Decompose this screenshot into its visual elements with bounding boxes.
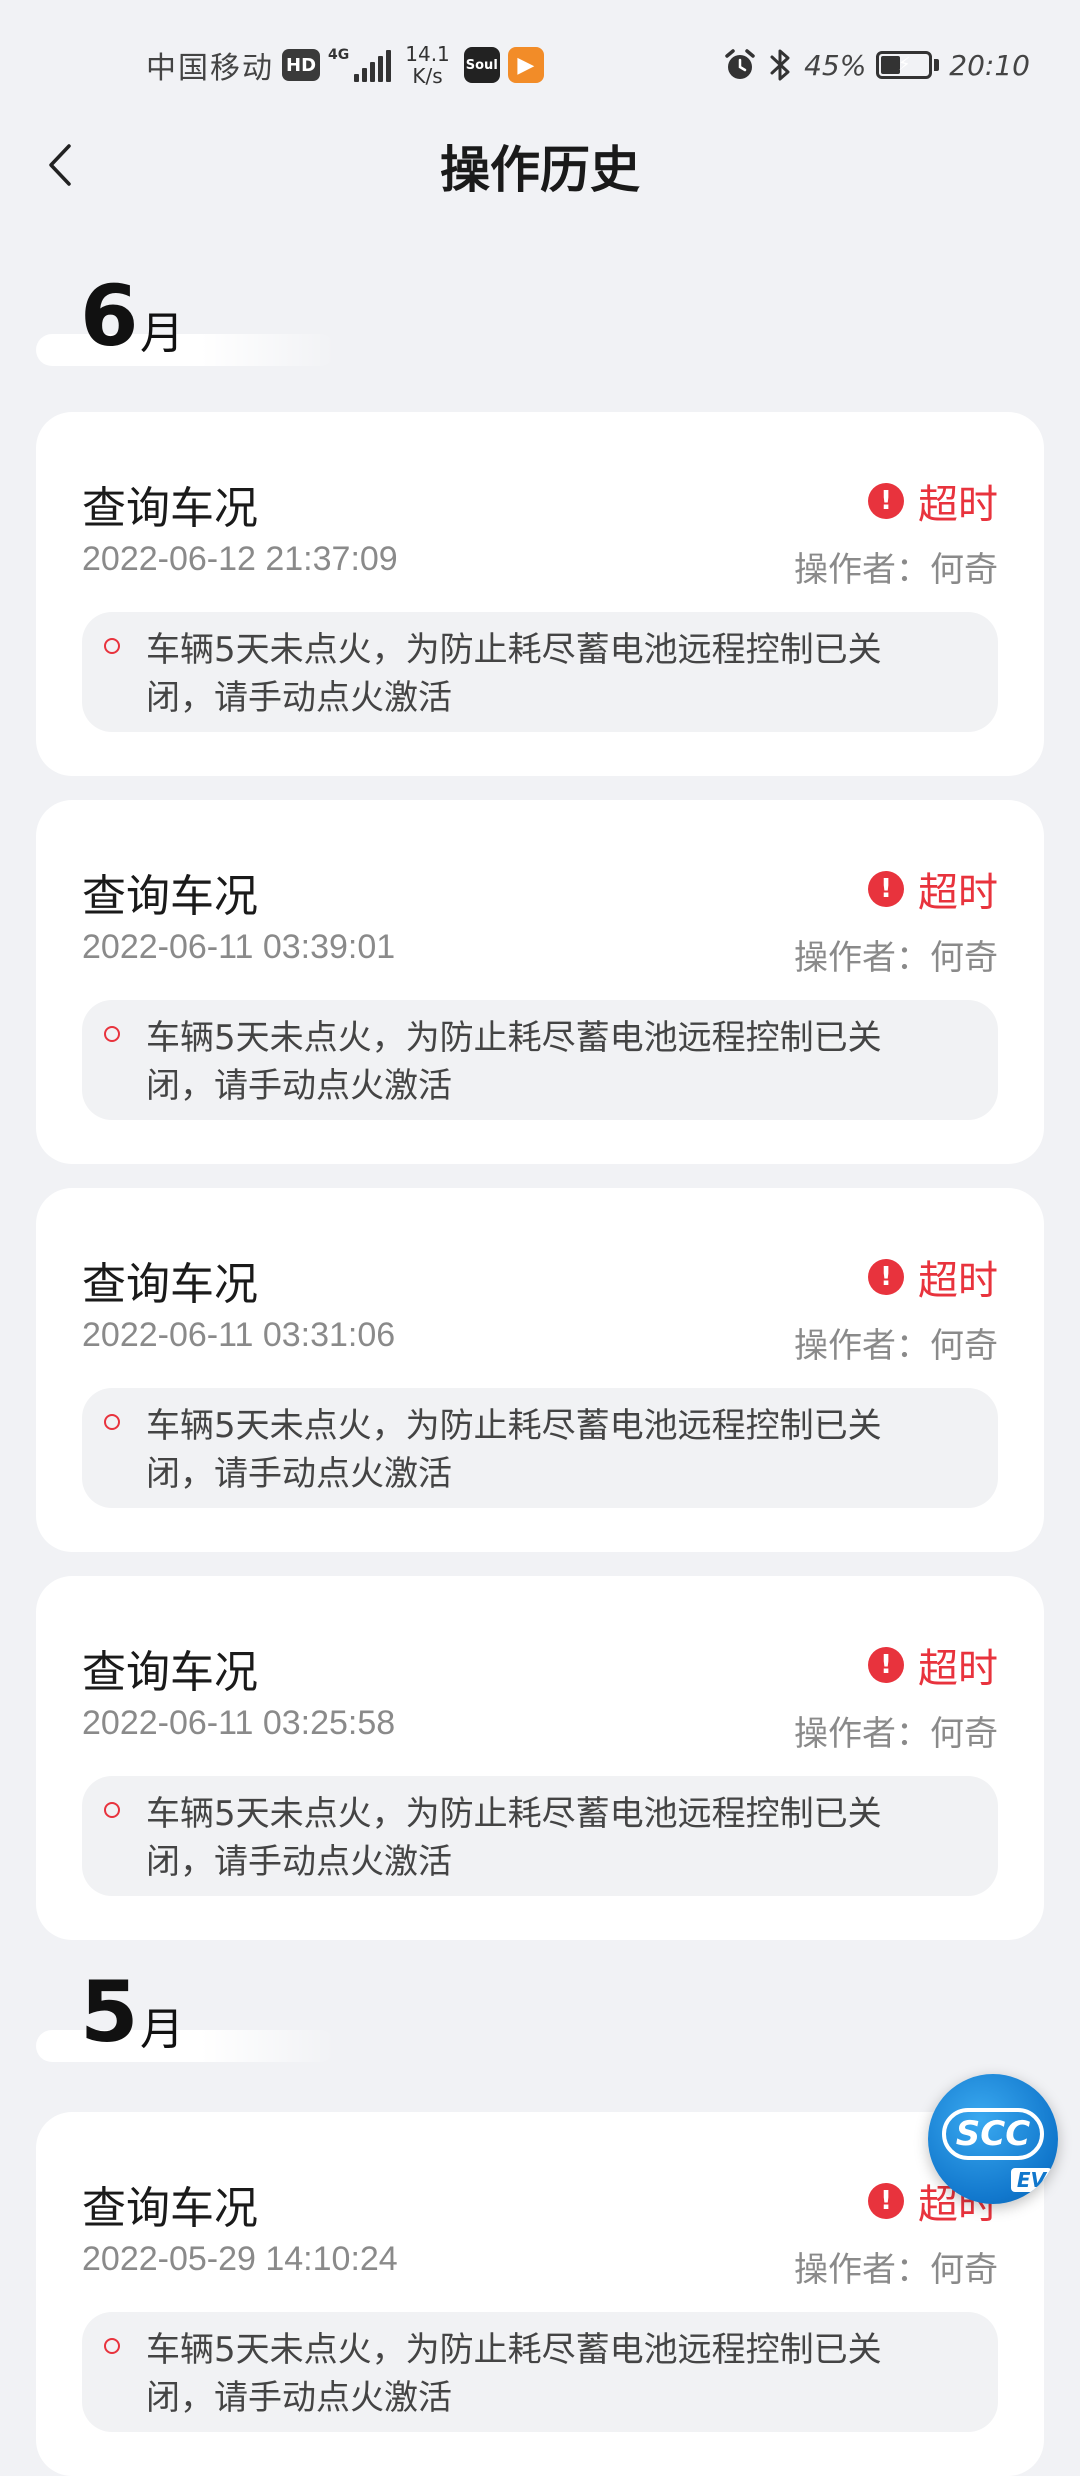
network-speed-value: 14.1 xyxy=(405,42,450,66)
alert-icon: ! xyxy=(868,1259,904,1295)
message-text: 车辆5天未点火，为防止耗尽蓄电池远程控制已关闭，请手动点火激活 xyxy=(146,1018,882,1106)
network-type: 4G xyxy=(328,47,350,63)
bluetooth-icon xyxy=(770,49,790,81)
alarm-icon xyxy=(725,49,755,79)
clock-time: 20:10 xyxy=(949,48,1030,82)
month-number: 5 xyxy=(80,1963,139,2061)
charging-bolt-icon: ⚡ xyxy=(897,54,911,75)
operation-time: 2022-06-11 03:25:58 xyxy=(82,1704,396,1742)
operator-label: 操作者：何奇 xyxy=(794,1714,998,1754)
circle-bullet-icon xyxy=(104,2338,120,2354)
month-header-june: 6 月 xyxy=(36,267,336,366)
operation-time: 2022-06-12 21:37:09 xyxy=(82,540,398,578)
message-box: 车辆5天未点火，为防止耗尽蓄电池远程控制已关闭，请手动点火激活 xyxy=(82,1776,998,1896)
circle-bullet-icon xyxy=(104,1026,120,1042)
floating-assistant-button[interactable]: SCC EV xyxy=(928,2074,1058,2204)
circle-bullet-icon xyxy=(104,1802,120,1818)
month-header-may: 5 月 xyxy=(36,1963,336,2062)
operation-name: 查询车况 xyxy=(82,871,258,922)
hd-badge: HD xyxy=(282,49,321,81)
history-card[interactable]: 查询车况 2022-06-12 21:37:09 ! 超时 操作者：何奇 车辆5… xyxy=(36,412,1044,776)
message-text: 车辆5天未点火，为防止耗尽蓄电池远程控制已关闭，请手动点火激活 xyxy=(146,1794,882,1882)
month-number: 6 xyxy=(80,267,139,365)
scc-logo-text: SCC xyxy=(941,2108,1045,2160)
operator-label: 操作者：何奇 xyxy=(794,1326,998,1366)
message-box: 车辆5天未点火，为防止耗尽蓄电池远程控制已关闭，请手动点火激活 xyxy=(82,2312,998,2432)
message-box: 车辆5天未点火，为防止耗尽蓄电池远程控制已关闭，请手动点火激活 xyxy=(82,1388,998,1508)
status-badge: ! 超时 xyxy=(868,1636,998,1694)
ev-badge: EV xyxy=(1010,2168,1052,2192)
status-text: 超时 xyxy=(918,1258,998,1304)
status-badge: ! 超时 xyxy=(868,472,998,530)
operation-time: 2022-06-11 03:31:06 xyxy=(82,1316,396,1354)
status-text: 超时 xyxy=(918,1646,998,1692)
signal-icon: 4G xyxy=(328,47,392,82)
carrier-name: 中国移动 xyxy=(146,51,274,86)
month-unit: 月 xyxy=(140,308,184,359)
status-badge: ! 超时 xyxy=(868,860,998,918)
alert-icon: ! xyxy=(868,483,904,519)
message-box: 车辆5天未点火，为防止耗尽蓄电池远程控制已关闭，请手动点火激活 xyxy=(82,1000,998,1120)
history-card[interactable]: 查询车况 2022-05-29 14:10:24 ! 超时 操作者：何奇 车辆5… xyxy=(36,2112,1044,2476)
status-bar: 中国移动 HD 4G 14.1 K/s Soul ▶ 45% ⚡ 20:10 xyxy=(0,0,1080,130)
operation-time: 2022-05-29 14:10:24 xyxy=(82,2240,398,2278)
operator-label: 操作者：何奇 xyxy=(794,938,998,978)
history-card[interactable]: 查询车况 2022-06-11 03:39:01 ! 超时 操作者：何奇 车辆5… xyxy=(36,800,1044,1164)
status-bar-right: 45% ⚡ 20:10 xyxy=(722,40,1030,90)
operator-label: 操作者：何奇 xyxy=(794,550,998,590)
history-card[interactable]: 查询车况 2022-06-11 03:31:06 ! 超时 操作者：何奇 车辆5… xyxy=(36,1188,1044,1552)
alert-icon: ! xyxy=(868,1647,904,1683)
alert-icon: ! xyxy=(868,871,904,907)
message-box: 车辆5天未点火，为防止耗尽蓄电池远程控制已关闭，请手动点火激活 xyxy=(82,612,998,732)
alert-icon: ! xyxy=(868,2183,904,2219)
circle-bullet-icon xyxy=(104,1414,120,1430)
battery-cap xyxy=(934,59,940,71)
status-text: 超时 xyxy=(918,870,998,916)
operation-name: 查询车况 xyxy=(82,483,258,534)
operation-name: 查询车况 xyxy=(82,1647,258,1698)
history-card[interactable]: 查询车况 2022-06-11 03:25:58 ! 超时 操作者：何奇 车辆5… xyxy=(36,1576,1044,1940)
operator-label: 操作者：何奇 xyxy=(794,2250,998,2290)
page-title: 操作历史 xyxy=(440,141,640,199)
app-header: 操作历史 xyxy=(0,120,1080,210)
message-text: 车辆5天未点火，为防止耗尽蓄电池远程控制已关闭，请手动点火激活 xyxy=(146,1406,882,1494)
battery-icon: ⚡ xyxy=(876,51,933,79)
month-unit: 月 xyxy=(140,2004,184,2055)
status-badge: ! 超时 xyxy=(868,1248,998,1306)
play-app-icon: ▶ xyxy=(507,47,544,83)
message-text: 车辆5天未点火，为防止耗尽蓄电池远程控制已关闭，请手动点火激活 xyxy=(146,2330,882,2418)
operation-name: 查询车况 xyxy=(82,1259,258,1310)
status-bar-left: 中国移动 HD 4G 14.1 K/s Soul ▶ xyxy=(146,40,544,90)
status-text: 超时 xyxy=(918,482,998,528)
operation-name: 查询车况 xyxy=(82,2183,258,2234)
soul-app-icon: Soul xyxy=(463,47,500,83)
circle-bullet-icon xyxy=(104,638,120,654)
network-speed: 14.1 K/s xyxy=(405,43,450,87)
message-text: 车辆5天未点火，为防止耗尽蓄电池远程控制已关闭，请手动点火激活 xyxy=(146,630,882,718)
network-speed-unit: K/s xyxy=(412,64,443,88)
operation-time: 2022-06-11 03:39:01 xyxy=(82,928,396,966)
battery-percent: 45% xyxy=(804,48,867,82)
